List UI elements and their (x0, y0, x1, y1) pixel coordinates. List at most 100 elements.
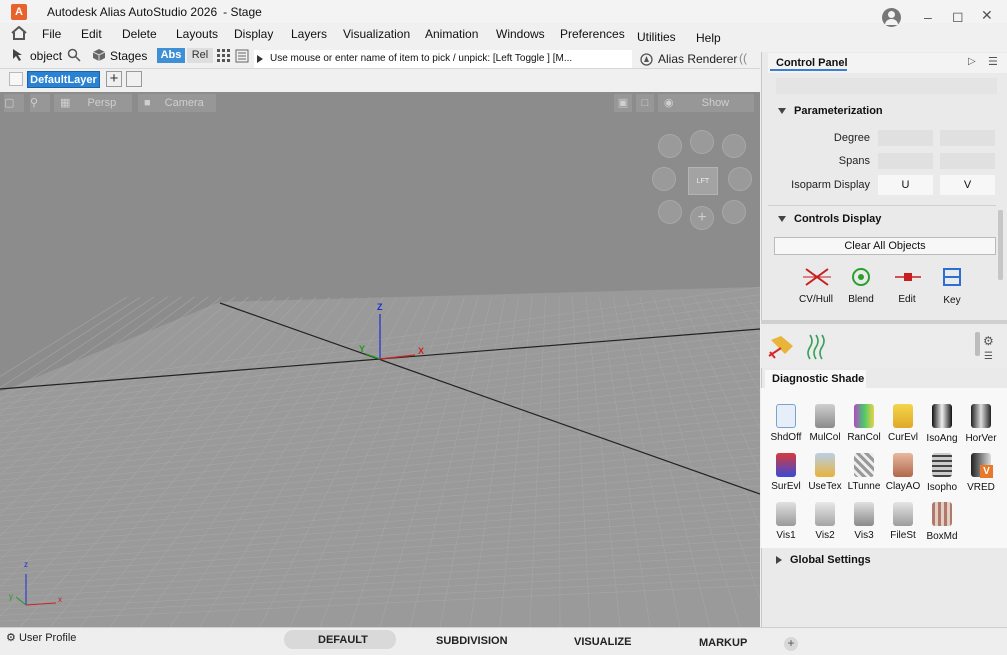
nav-pan-icon[interactable] (690, 130, 714, 154)
mode-tab-subdivision[interactable]: SUBDIVISION (436, 635, 508, 647)
abs-toggle-button[interactable]: Abs (157, 48, 185, 63)
nav-camera-icon[interactable] (728, 167, 752, 191)
clear-all-objects-button[interactable]: Clear All Objects (774, 237, 996, 255)
menu-preferences[interactable]: Preferences (560, 27, 625, 41)
document-icon[interactable] (235, 49, 249, 63)
rel-toggle-button[interactable]: Rel (187, 48, 213, 63)
shelf-curves-icon[interactable] (806, 333, 828, 361)
viewport[interactable]: Z X Y z x y ▢ ⚲ ▦ Persp ■ Camera ▣ □ ◉ Sho… (0, 92, 760, 627)
shelf-scrollbar[interactable] (975, 332, 980, 356)
panel-menu-icon[interactable]: ☰ (988, 55, 998, 68)
viewport-zoom-icon[interactable]: ⚲ (30, 94, 50, 112)
cv-hull-icon[interactable] (803, 266, 831, 288)
camera-label: Camera (164, 97, 204, 109)
camera-selector[interactable]: ■ Camera (138, 94, 216, 112)
spans-v-field[interactable] (940, 153, 995, 169)
diagnostic-shade-tab[interactable]: Diagnostic Shade (765, 370, 866, 388)
surface-eval-icon[interactable] (776, 453, 796, 477)
shelf-settings-icon[interactable]: ⚙ (983, 334, 994, 348)
menu-windows[interactable]: Windows (496, 27, 545, 41)
control-panel-search[interactable] (776, 78, 997, 94)
isoparm-v-button[interactable]: V (940, 175, 995, 195)
box-mode-icon[interactable] (932, 502, 952, 526)
menu-edit[interactable]: Edit (81, 27, 102, 41)
mode-tab-visualize[interactable]: VISUALIZE (574, 636, 631, 648)
pick-cursor-icon[interactable] (11, 48, 27, 62)
horizontal-vertical-icon[interactable] (971, 404, 991, 428)
frame-icon[interactable]: □ (636, 94, 654, 112)
close-icon[interactable]: ✕ (981, 7, 993, 24)
light-tunnel-icon[interactable] (854, 453, 874, 477)
nav-bookmark-icon[interactable] (722, 134, 746, 158)
renderer-icon[interactable] (640, 53, 653, 66)
shade-label-shdoff: ShdOff (770, 432, 802, 443)
view-selector[interactable]: ▦ Persp (54, 94, 132, 112)
menu-visualization[interactable]: Visualization (343, 27, 410, 41)
key-point-icon[interactable] (941, 266, 963, 288)
menu-help[interactable]: Help (696, 31, 721, 45)
add-layer-button[interactable]: + (106, 71, 122, 87)
panel-scrollbar[interactable] (998, 210, 1003, 280)
renderer-label[interactable]: Alias Renderer (658, 52, 737, 66)
isophote-icon[interactable] (932, 453, 952, 477)
search-icon[interactable] (67, 48, 81, 62)
shade-label-rancol: RanCol (847, 432, 881, 443)
add-mode-button[interactable]: + (784, 637, 798, 651)
clay-ao-icon[interactable] (893, 453, 913, 477)
menu-utilities[interactable]: Utilities (637, 30, 676, 44)
nav-settings-icon[interactable] (722, 200, 746, 224)
blend-icon[interactable] (850, 266, 872, 288)
menu-display[interactable]: Display (234, 27, 273, 41)
edit-point-icon[interactable] (895, 269, 921, 285)
nav-zoom-icon[interactable]: + (690, 206, 714, 230)
show-menu[interactable]: ◉ Show (658, 94, 754, 112)
menu-animation[interactable]: Animation (425, 27, 478, 41)
shelf-menu-icon[interactable]: ☰ (984, 351, 993, 362)
nav-home-icon[interactable] (658, 134, 682, 158)
home-icon[interactable] (11, 26, 27, 40)
prompt-line[interactable]: Use mouse or enter name of item to pick … (254, 50, 632, 68)
mode-tab-markup[interactable]: MARKUP (699, 637, 747, 649)
user-account-icon[interactable] (882, 8, 901, 27)
layer-options-button[interactable] (126, 71, 142, 87)
nav-orbit-icon[interactable] (652, 167, 676, 191)
stages-cube-icon[interactable] (92, 48, 106, 62)
random-color-icon[interactable] (854, 404, 874, 428)
vis1-icon[interactable] (776, 502, 796, 526)
minimize-icon[interactable]: – (924, 9, 932, 25)
stages-button[interactable]: Stages (110, 49, 147, 63)
shade-off-icon[interactable] (776, 404, 796, 428)
grid-icon[interactable] (217, 49, 231, 62)
viewcube[interactable]: LFT (688, 167, 718, 195)
layer-visibility-checkbox[interactable] (9, 72, 23, 86)
menu-delete[interactable]: Delete (122, 27, 157, 41)
global-settings-header[interactable]: Global Settings (776, 554, 871, 566)
viewport-maximize-icon[interactable]: ▢ (4, 94, 24, 112)
menu-layers[interactable]: Layers (291, 27, 327, 41)
renderer-options-icon[interactable]: (( (739, 51, 747, 65)
nav-undo-icon[interactable] (658, 200, 682, 224)
spans-u-field[interactable] (878, 153, 933, 169)
vis2-icon[interactable] (815, 502, 835, 526)
menu-layouts[interactable]: Layouts (176, 27, 218, 41)
multi-color-icon[interactable] (815, 404, 835, 428)
degree-v-field[interactable] (940, 130, 995, 146)
maximize-icon[interactable]: ◻ (952, 8, 964, 25)
user-profile-button[interactable]: ⚙ User Profile (6, 631, 76, 644)
panel-expand-icon[interactable]: ▷ (968, 56, 976, 67)
iso-angle-icon[interactable] (932, 404, 952, 428)
mode-tab-default[interactable]: DEFAULT (318, 634, 368, 646)
file-state-icon[interactable] (893, 502, 913, 526)
lock-icon[interactable]: ▣ (614, 94, 632, 112)
degree-u-field[interactable] (878, 130, 933, 146)
vis3-icon[interactable] (854, 502, 874, 526)
use-texture-icon[interactable] (815, 453, 835, 477)
parameterization-header[interactable]: Parameterization (778, 105, 883, 117)
menu-file[interactable]: File (42, 27, 61, 41)
pick-mode-label[interactable]: object (30, 49, 62, 63)
isoparm-u-button[interactable]: U (878, 175, 933, 195)
default-layer-tab[interactable]: DefaultLayer (27, 71, 100, 88)
controls-display-header[interactable]: Controls Display (778, 213, 881, 225)
curvature-eval-icon[interactable] (893, 404, 913, 428)
shelf-tool-icon[interactable] (767, 332, 797, 362)
